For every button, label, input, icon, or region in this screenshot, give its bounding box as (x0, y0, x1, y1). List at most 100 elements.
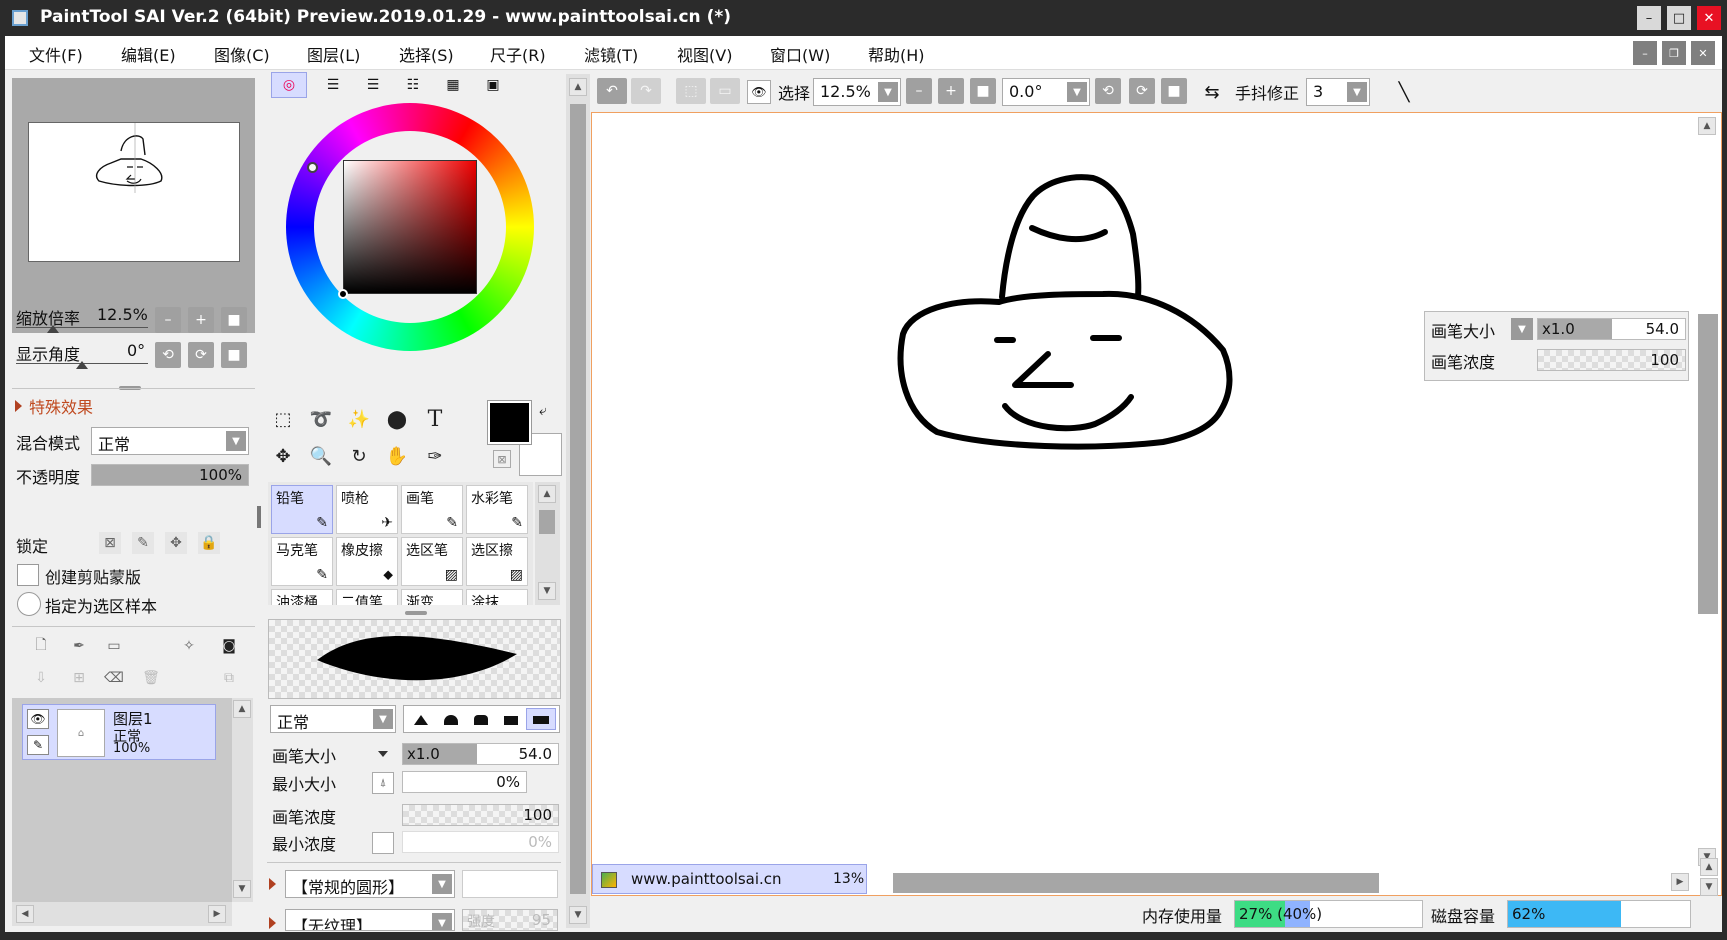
new-pen-layer-icon[interactable]: ✒ (68, 635, 90, 657)
hue-marker[interactable] (307, 162, 318, 173)
scroll-up-button[interactable]: ▲ (1700, 858, 1718, 876)
lock-paint-icon[interactable]: ✎ (132, 532, 154, 554)
select-toggle-label[interactable]: 选择 (778, 80, 810, 104)
line-tool-icon[interactable]: ╲ (1390, 78, 1418, 106)
tab-mixer[interactable]: ☷ (395, 72, 431, 98)
zoom-value[interactable]: 12.5% (97, 305, 148, 324)
canvas-zoom-in-button[interactable]: + (938, 78, 964, 104)
redo-button[interactable]: ↷ (631, 78, 661, 104)
blend-mode-select[interactable]: 正常 ▼ (91, 427, 249, 455)
canvas-vscroll-thumb[interactable] (1698, 314, 1718, 614)
maximize-button[interactable]: □ (1667, 6, 1691, 30)
stabilizer-select[interactable]: 3 ▼ (1306, 78, 1370, 106)
scroll-down-button[interactable]: ▼ (569, 906, 587, 924)
floating-size-dropdown[interactable]: ▼ (1511, 318, 1533, 340)
shape-expand-icon[interactable] (269, 878, 276, 890)
tab-scratchpad[interactable]: ▣ (475, 72, 511, 98)
brush-texture-select[interactable]: 【无纹理】 ▼ (285, 909, 455, 931)
brush-density-slider[interactable]: 100 (402, 804, 559, 826)
brush-slot[interactable]: 铅笔 ✎ (271, 485, 333, 534)
canvas-hscroll-thumb[interactable] (893, 873, 1379, 893)
merge-down-icon[interactable]: ⊞ (68, 667, 90, 689)
scroll-thumb[interactable] (539, 510, 555, 534)
min-size-slider[interactable]: 0% (402, 771, 527, 793)
layer-row[interactable]: 👁 ✎ ⌂ 图层1 正常 100% (22, 704, 216, 760)
eyedropper-icon[interactable]: ✑ (420, 441, 450, 471)
brush-slot[interactable]: 渐变▤ (401, 589, 463, 605)
close-button[interactable]: ✕ (1697, 6, 1721, 30)
layer-list-hscrollbar[interactable]: ◀ ▶ (12, 902, 232, 926)
brush-shape-select[interactable]: 【常规的圆形】 ▼ (285, 870, 455, 898)
eye-icon[interactable]: 👁 (27, 709, 49, 729)
brush-slot[interactable]: 油漆桶⬤ (271, 589, 333, 605)
primary-color-swatch[interactable] (487, 400, 532, 445)
floating-density-slider[interactable]: 100 (1537, 349, 1686, 371)
brush-slot[interactable]: 喷枪 ✈ (336, 485, 398, 534)
zoom-slider-track[interactable] (16, 327, 148, 328)
scroll-up-button[interactable]: ▲ (233, 700, 251, 718)
navigator-preview[interactable] (12, 78, 255, 333)
zoom-reset-button[interactable]: ■ (221, 307, 247, 333)
angle-reset-button[interactable]: ■ (221, 342, 247, 368)
fill-bucket-icon[interactable]: ⬤ (382, 404, 412, 434)
sv-square[interactable] (343, 160, 477, 294)
tab-rgb-sliders[interactable]: ☰ (315, 72, 351, 98)
hand-icon[interactable]: ✋ (382, 441, 412, 471)
flip-horizontal-icon[interactable]: ⇆ (1199, 80, 1225, 104)
brush-slot[interactable]: 马克笔 ✎ (271, 537, 333, 586)
menu-image[interactable]: 图像(C) (214, 42, 270, 66)
pressure-size-icon[interactable]: ⍋ (372, 772, 394, 794)
brush-grid-splitter[interactable] (405, 611, 427, 615)
scroll-right-button[interactable]: ▶ (208, 905, 226, 923)
scroll-down-button[interactable]: ▼ (538, 582, 556, 600)
effects-expand-icon[interactable] (15, 400, 22, 412)
pressure-density-checkbox[interactable] (372, 832, 394, 854)
brush-size-dropdown-icon[interactable] (378, 751, 388, 757)
brush-shape-strength[interactable] (462, 870, 558, 898)
clip-checkbox[interactable] (17, 564, 39, 586)
undo-button[interactable]: ↶ (597, 78, 627, 104)
layer-list[interactable]: 👁 ✎ ⌂ 图层1 正常 100% (12, 698, 232, 902)
layer-mask-apply-icon[interactable]: ⧉ (218, 667, 240, 689)
lasso-icon[interactable]: ➰ (306, 404, 336, 434)
floating-size-slider[interactable]: x1.0 54.0 (1537, 318, 1686, 340)
canvas-rotation-select[interactable]: 0.0° ▼ (1002, 78, 1090, 106)
eye-icon[interactable]: 👁 (747, 80, 771, 104)
scroll-up-button[interactable]: ▲ (1698, 117, 1716, 135)
layer-mask-icon[interactable]: ◙ (218, 635, 240, 657)
scroll-up-button[interactable]: ▲ (569, 78, 587, 96)
min-density-slider[interactable]: 0% (402, 831, 559, 853)
rect-select-icon[interactable]: ⬚ (268, 404, 298, 434)
tab-color-wheel[interactable]: ◎ (271, 72, 307, 98)
brush-slot[interactable]: 画笔 ✎ (401, 485, 463, 534)
canvas-rotation-reset-button[interactable]: ■ (1161, 78, 1187, 104)
menu-select[interactable]: 选择(S) (399, 42, 454, 66)
new-layer-icon[interactable]: 🗋 (30, 635, 52, 657)
zoom-slider-handle[interactable] (47, 325, 59, 333)
magic-wand-icon[interactable]: ✨ (344, 404, 374, 434)
opacity-slider[interactable]: 100% (91, 464, 249, 486)
angle-value[interactable]: 0° (127, 341, 145, 360)
tab-swatches[interactable]: ▦ (435, 72, 471, 98)
effects-label[interactable]: 特殊效果 (29, 394, 93, 418)
move-icon[interactable]: ✥ (268, 441, 298, 471)
scroll-right-button[interactable]: ▶ (1671, 873, 1689, 891)
brush-slot[interactable]: 二值笔✎ (336, 589, 398, 605)
scroll-left-button[interactable]: ◀ (16, 905, 34, 923)
scroll-thumb[interactable] (570, 104, 586, 894)
mdi-close-button[interactable]: ✕ (1691, 41, 1715, 65)
brush-slot[interactable]: 橡皮擦 ⬥ (336, 537, 398, 586)
menu-help[interactable]: 帮助(H) (868, 42, 925, 66)
color-wheel[interactable] (286, 103, 534, 351)
lock-move-icon[interactable]: ✥ (165, 532, 187, 554)
brush-mode-select[interactable]: 正常 ▼ (270, 705, 396, 733)
canvas-vscrollbar[interactable]: ▲ ▼ (1695, 114, 1719, 870)
tab-hsv-sliders[interactable]: ☰ (355, 72, 391, 98)
canvas-rotate-left-button[interactable]: ⟲ (1095, 78, 1121, 104)
panel-resize-grip[interactable] (257, 506, 261, 528)
invert-selection-button[interactable]: ▭ (710, 78, 740, 104)
rotate-icon[interactable]: ↻ (344, 441, 374, 471)
scroll-down-button[interactable]: ▼ (233, 880, 251, 898)
texture-expand-icon[interactable] (269, 917, 276, 929)
brush-grid-scrollbar[interactable]: ▲ ▼ (535, 482, 560, 605)
